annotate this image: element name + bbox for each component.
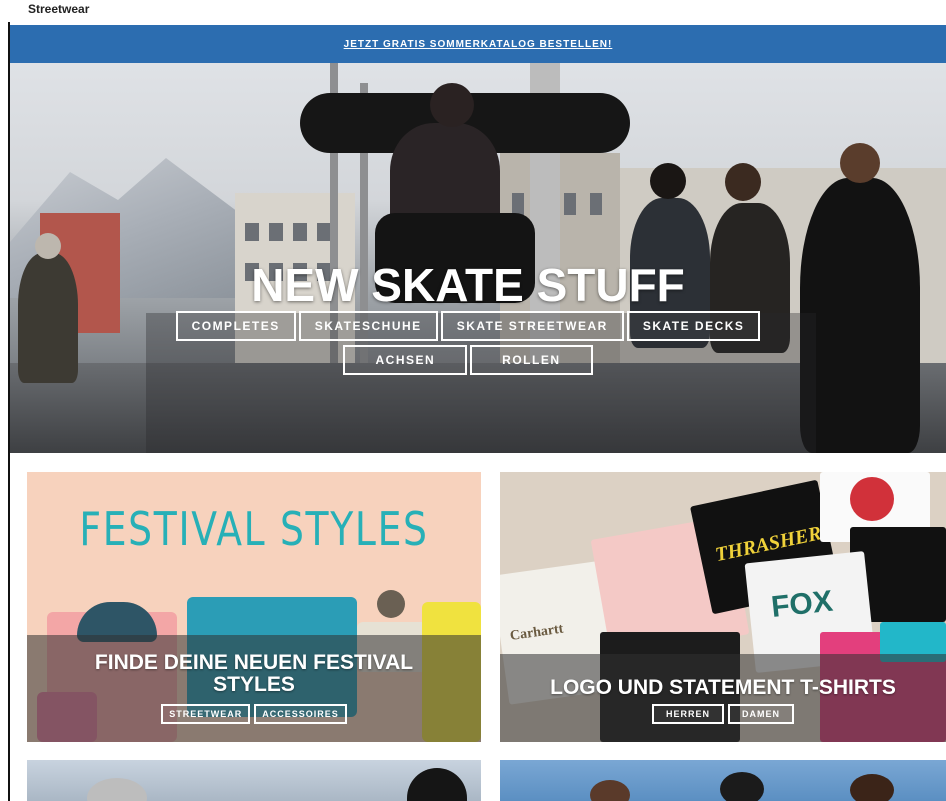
- carhartt-print: Carhartt: [509, 621, 565, 644]
- person-head: [850, 774, 894, 801]
- completes-button[interactable]: COMPLETES: [175, 311, 296, 341]
- skate-streetwear-button[interactable]: SKATE STREETWEAR: [440, 311, 624, 341]
- promo-link[interactable]: JETZT GRATIS SOMMERKATALOG BESTELLEN!: [344, 39, 613, 50]
- hero-person-head: [725, 163, 761, 201]
- rollen-button[interactable]: ROLLEN: [470, 345, 593, 375]
- accessoires-button[interactable]: ACCESSOIRES: [254, 704, 347, 724]
- cross-logo-print: [850, 477, 894, 521]
- site-label: Streetwear: [28, 2, 90, 16]
- festival-heading: FESTIVAL STYLES: [79, 502, 429, 556]
- hero-buttons-row-2: ACHSEN ROLLEN: [343, 345, 593, 375]
- tshirts-buttons: HERREN DAMEN: [500, 704, 946, 724]
- streetwear-button[interactable]: STREETWEAR: [161, 704, 251, 724]
- lower-tile-left[interactable]: [27, 760, 481, 801]
- person-head: [720, 772, 764, 801]
- hero-person-head: [840, 143, 880, 183]
- hero-buttons-row-1: COMPLETES SKATESCHUHE SKATE STREETWEAR S…: [175, 311, 761, 341]
- promo-bar: JETZT GRATIS SOMMERKATALOG BESTELLEN!: [10, 25, 946, 63]
- sunglasses-item: [377, 590, 405, 618]
- festival-styles-tile[interactable]: FESTIVAL STYLES FINDE DEINE NEUEN FESTIV…: [27, 472, 481, 742]
- lower-tile-right[interactable]: [500, 760, 946, 801]
- hero-category-buttons: COMPLETES SKATESCHUHE SKATE STREETWEAR S…: [0, 311, 936, 375]
- hero-person-head: [650, 163, 686, 199]
- cap-item: [407, 768, 467, 801]
- person-head: [87, 778, 147, 801]
- hero-title: NEW SKATE STUFF: [251, 259, 685, 311]
- tshirts-tile[interactable]: Carhartt THRASHER FOX LOGO UND STATEMENT…: [500, 472, 946, 742]
- damen-button[interactable]: DAMEN: [728, 704, 794, 724]
- herren-button[interactable]: HERREN: [651, 704, 724, 724]
- festival-buttons: STREETWEAR ACCESSOIRES: [27, 704, 481, 724]
- skate-decks-button[interactable]: SKATE DECKS: [626, 311, 761, 341]
- fox-print: FOX: [769, 584, 835, 624]
- person-head: [590, 780, 630, 801]
- hero-skater-head: [430, 83, 474, 127]
- skateschuhe-button[interactable]: SKATESCHUHE: [298, 311, 438, 341]
- tshirts-title: LOGO UND STATEMENT T-SHIRTS: [550, 676, 896, 699]
- hero-person-head: [35, 233, 61, 259]
- festival-title: FINDE DEINE NEUEN FESTIVAL STYLES: [94, 651, 414, 696]
- achsen-button[interactable]: ACHSEN: [343, 345, 468, 375]
- page: Streetwear JETZT GRATIS SOMMERKATALOG BE…: [0, 0, 946, 801]
